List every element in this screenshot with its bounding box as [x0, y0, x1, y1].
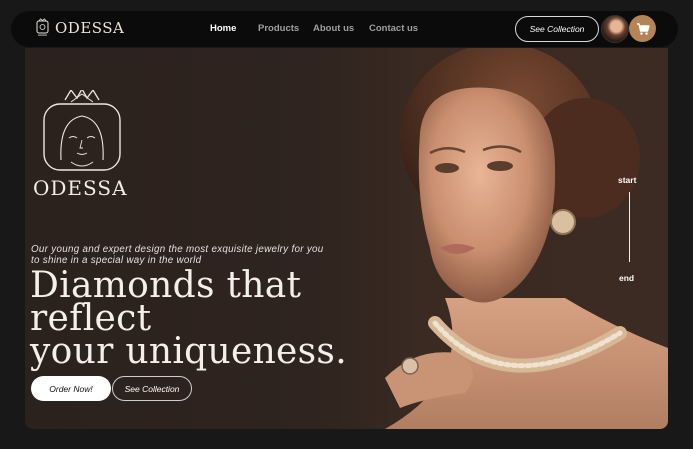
odessa-logo-emblem: [43, 90, 121, 171]
nav-link-contact-us[interactable]: Contact us: [369, 23, 418, 34]
scroll-indicator-line[interactable]: [629, 192, 630, 262]
nav-link-about-us[interactable]: About us: [313, 23, 354, 34]
top-navbar: ODESSA Home Products About us Contact us…: [11, 11, 678, 47]
scroll-start-label: start: [618, 175, 637, 185]
brand-name: ODESSA: [55, 18, 125, 37]
brand-logo[interactable]: ODESSA: [36, 18, 124, 37]
headline-line-2: your uniqueness.: [30, 331, 347, 372]
order-now-button[interactable]: Order Now!: [31, 376, 111, 401]
hero-headline: Diamonds that reflect your uniqueness.: [30, 265, 430, 372]
nav-link-products[interactable]: Products: [258, 23, 299, 34]
nav-link-home[interactable]: Home: [210, 23, 236, 34]
hero-subtitle: Our young and expert design the most exq…: [31, 244, 324, 266]
hero-banner: ODESSA Our young and expert design the m…: [25, 48, 668, 429]
scroll-end-label: end: [619, 273, 635, 283]
cart-button[interactable]: [629, 15, 656, 42]
cart-icon: [636, 22, 650, 35]
see-collection-button[interactable]: See Collection: [112, 376, 192, 401]
model-photo: [385, 48, 668, 429]
hero-logo-text: ODESSA: [33, 176, 128, 200]
crown-emblem-icon: [36, 18, 49, 36]
headline-line-1: Diamonds that reflect: [30, 265, 302, 339]
see-collection-nav-button[interactable]: See Collection: [515, 16, 599, 42]
user-avatar[interactable]: [601, 15, 629, 43]
